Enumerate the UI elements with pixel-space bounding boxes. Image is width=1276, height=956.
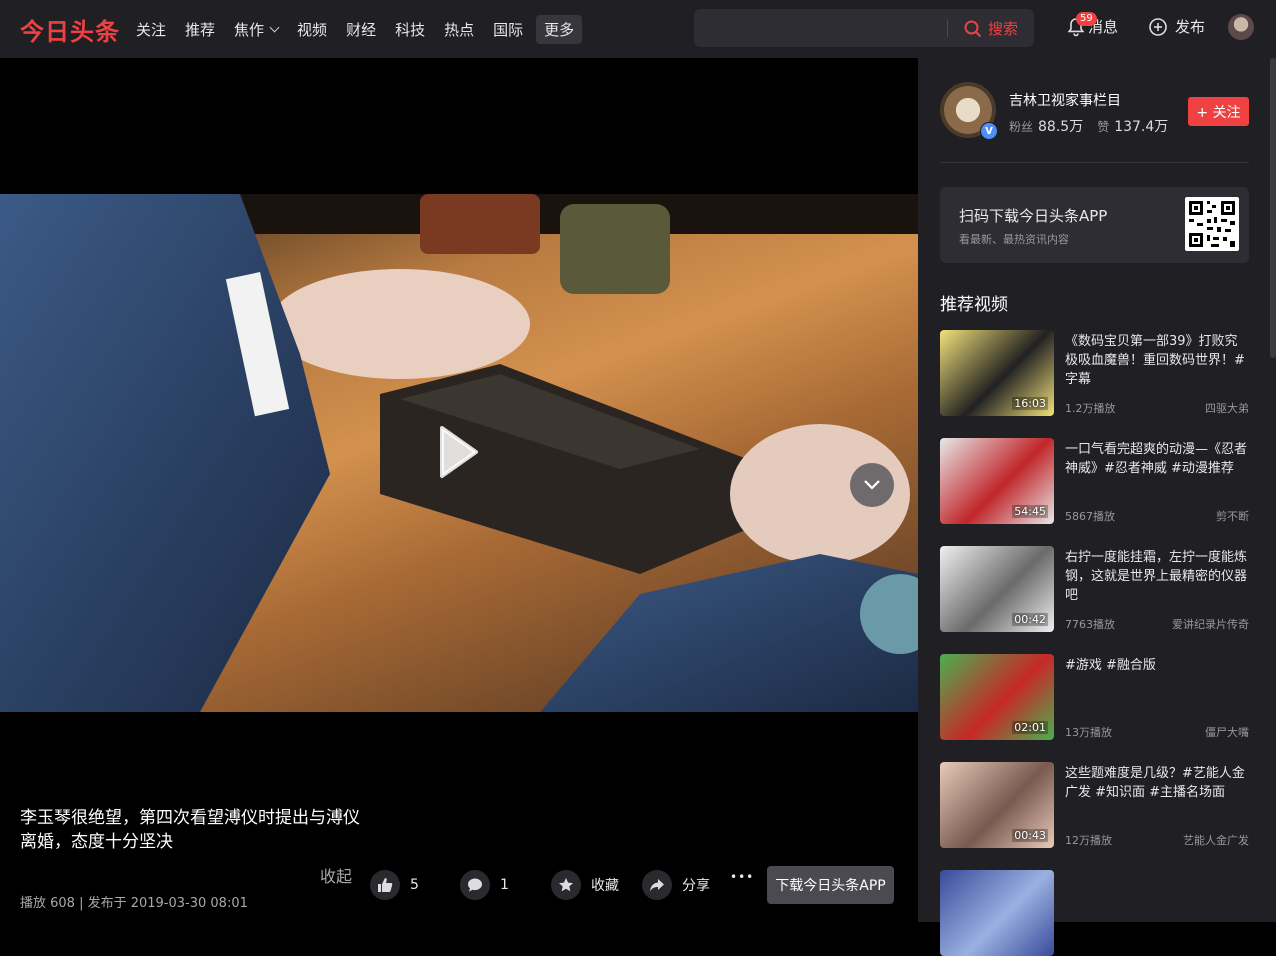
comment-button[interactable]: 1 [460, 870, 509, 900]
recommended-item-source[interactable]: 僵尸大嘴 [1205, 724, 1249, 740]
recommended-section-title: 推荐视频 [940, 295, 1008, 315]
sidebar-scrollbar[interactable] [1270, 58, 1276, 358]
qr-card-title: 扫码下载今日头条APP [959, 207, 1108, 225]
favorite-button[interactable]: 收藏 [551, 870, 619, 900]
video-duration: 00:43 [1012, 829, 1048, 842]
messages-count-badge: 59 [1076, 12, 1097, 26]
more-actions-button[interactable]: ••• [730, 870, 754, 884]
follow-button[interactable]: + 关注 [1188, 97, 1249, 126]
recommended-item-title[interactable]: #游戏 #融合版 [1065, 656, 1249, 675]
download-qr-card: 扫码下载今日头条APP 看最新、最热资讯内容 [940, 187, 1249, 263]
nav-item-hot[interactable]: 热点 [444, 19, 474, 40]
chevron-down-icon [269, 22, 280, 32]
video-duration: 16:03 [1012, 397, 1048, 410]
search-bar: 搜索 [694, 9, 1034, 47]
recommended-item-source[interactable]: 艺能人金广发 [1183, 832, 1249, 848]
like-icon-wrap [370, 870, 400, 900]
nav-item-world[interactable]: 国际 [493, 19, 523, 40]
likes-label: 赞 [1097, 120, 1110, 134]
video-thumbnail[interactable] [940, 870, 1054, 956]
publish-label: 发布 [1175, 18, 1206, 36]
sidebar-divider [940, 162, 1249, 163]
main-nav: 关注 推荐 焦作 视频 财经 科技 热点 国际 更多 [136, 0, 601, 58]
video-title: 李玉琴很绝望，第四次看望溥仪时提出与溥仪离婚，态度十分坚决 [20, 808, 360, 852]
recommended-item[interactable]: 02:01 #游戏 #融合版 13万播放 僵尸大嘴 [940, 654, 1249, 740]
recommended-item[interactable]: 00:43 这些题难度是几级？#艺能人金广发 #知识面 #主播名场面 12万播放 艺能… [940, 762, 1249, 848]
nav-item-city[interactable]: 焦作 [234, 19, 280, 40]
fans-count: 88.5万 [1038, 119, 1084, 135]
video-thumbnail[interactable]: 00:43 [940, 762, 1054, 848]
video-thumbnail[interactable]: 54:45 [940, 438, 1054, 524]
search-icon [964, 20, 982, 37]
top-header: 今日头条 关注 推荐 焦作 视频 财经 科技 热点 国际 更多 搜索 消息 59… [0, 0, 1276, 58]
video-duration: 00:42 [1012, 613, 1048, 626]
comment-icon [468, 878, 482, 892]
recommended-item[interactable]: 54:45 一口气看完超爽的动漫—《忍者神威》#忍者神威 #动漫推荐 5867播放 剪… [940, 438, 1249, 524]
qr-code-image [1185, 197, 1239, 251]
recommended-item-source[interactable]: 爱讲纪录片传奇 [1172, 616, 1249, 632]
recommended-item-plays: 12万播放 [1065, 834, 1112, 847]
nav-item-tech[interactable]: 科技 [395, 19, 425, 40]
video-thumbnail[interactable]: 02:01 [940, 654, 1054, 740]
share-icon-wrap [642, 870, 672, 900]
like-button[interactable]: 5 [370, 870, 419, 900]
search-input[interactable] [706, 17, 930, 41]
play-icon[interactable] [438, 424, 480, 480]
recommended-item-title[interactable]: 一口气看完超爽的动漫—《忍者神威》#忍者神威 #动漫推荐 [1065, 440, 1249, 478]
verified-badge-icon: V [980, 122, 998, 140]
recommended-item-plays: 1.2万播放 [1065, 402, 1116, 415]
collapse-button[interactable]: 收起 [320, 863, 352, 887]
chevron-down-icon [864, 480, 880, 490]
star-icon [559, 878, 573, 892]
toutiao-logo[interactable]: 今日头条 [20, 12, 120, 47]
recommended-item[interactable]: 00:42 右拧一度能挂霜，左拧一度能炼钢，这就是世界上最精密的仪器吧 7763播放… [940, 546, 1249, 632]
likes-count: 137.4万 [1114, 119, 1169, 135]
nav-more-button[interactable]: 更多 [536, 14, 583, 44]
video-duration: 02:01 [1012, 721, 1048, 734]
search-button-label: 搜索 [988, 20, 1019, 38]
share-label: 分享 [682, 878, 710, 894]
recommended-item-plays: 5867播放 [1065, 510, 1115, 523]
comment-count: 1 [500, 877, 509, 893]
search-divider [947, 20, 948, 37]
like-count: 5 [410, 877, 419, 893]
video-duration: 54:45 [1012, 505, 1048, 518]
recommended-item-title[interactable]: 这些题难度是几级？#艺能人金广发 #知识面 #主播名场面 [1065, 764, 1249, 802]
nav-item-follow[interactable]: 关注 [136, 19, 166, 40]
recommended-item-source[interactable]: 四驱大弟 [1205, 400, 1249, 416]
favorite-label: 收藏 [591, 878, 619, 894]
author-name[interactable]: 吉林卫视家事栏目 [1009, 90, 1121, 110]
nav-item-finance[interactable]: 财经 [346, 19, 376, 40]
recommended-item-plays: 7763播放 [1065, 618, 1115, 631]
publish-button[interactable]: 发布 [1148, 16, 1205, 37]
fans-label: 粉丝 [1009, 120, 1034, 134]
recommended-item-source[interactable]: 剪不断 [1216, 508, 1249, 524]
share-icon [650, 879, 664, 892]
author-stats: 粉丝 88.5万赞 137.4万 [1009, 116, 1182, 136]
nav-item-video[interactable]: 视频 [297, 19, 327, 40]
favorite-icon-wrap [551, 870, 581, 900]
nav-item-recommend[interactable]: 推荐 [185, 19, 215, 40]
recommended-item[interactable] [940, 870, 1249, 956]
recommended-item-title[interactable]: 《数码宝贝第一部39》打败究极吸血魔兽！重回数码世界！#字幕 [1065, 332, 1249, 389]
recommended-item-title[interactable]: 右拧一度能挂霜，左拧一度能炼钢，这就是世界上最精密的仪器吧 [1065, 548, 1249, 605]
recommended-item[interactable]: 16:03 《数码宝贝第一部39》打败究极吸血魔兽！重回数码世界！#字幕 1.2万播… [940, 330, 1249, 416]
thumbs-up-icon [378, 878, 393, 892]
share-button[interactable]: 分享 [642, 870, 710, 900]
qr-card-subtitle: 看最新、最热资讯内容 [959, 233, 1069, 246]
recommended-item-plays: 13万播放 [1065, 726, 1112, 739]
user-avatar[interactable] [1228, 14, 1254, 40]
comment-icon-wrap [460, 870, 490, 900]
download-app-button[interactable]: 下载今日头条APP [767, 866, 894, 904]
scroll-down-button[interactable] [850, 463, 894, 507]
search-button[interactable]: 搜索 [964, 18, 1018, 39]
video-meta: 播放 608 | 发布于 2019-03-30 08:01 [20, 896, 248, 911]
plus-circle-icon [1149, 17, 1167, 36]
nav-item-city-label: 焦作 [234, 20, 265, 39]
video-thumbnail[interactable]: 00:42 [940, 546, 1054, 632]
video-thumbnail[interactable]: 16:03 [940, 330, 1054, 416]
